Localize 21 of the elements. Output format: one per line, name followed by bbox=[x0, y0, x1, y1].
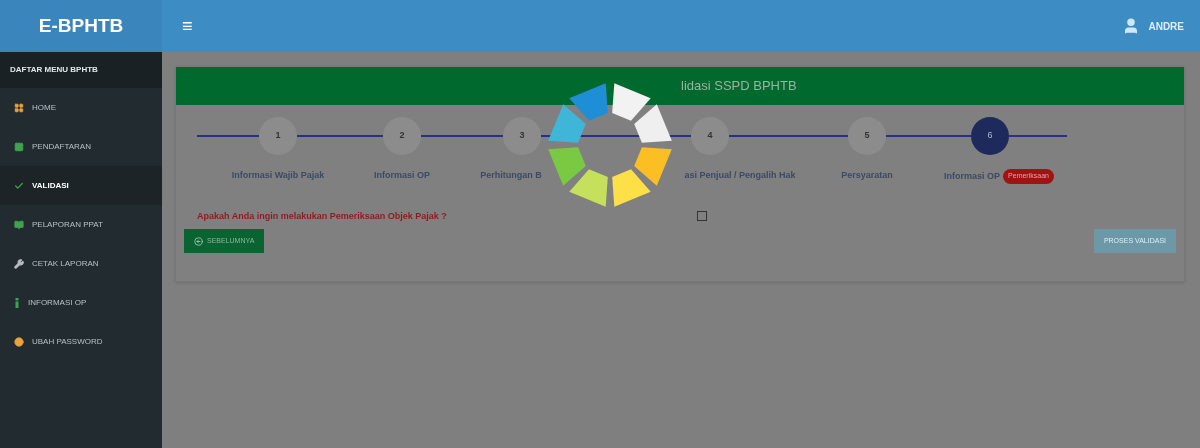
sidebar-heading: DAFTAR MENU BPHTB bbox=[10, 64, 98, 76]
sidebar-item[interactable]: INFORMASI OP bbox=[0, 283, 162, 322]
step-label: asi Penjual / Pengalih Hak bbox=[684, 169, 796, 182]
question-checkbox[interactable] bbox=[697, 211, 707, 222]
step-label: Informasi OP bbox=[944, 169, 1001, 183]
sidebar-item[interactable]: HOME bbox=[0, 88, 162, 127]
step-label: Informasi OP bbox=[374, 169, 430, 182]
sidebar-item[interactable]: PELAPORAN PPAT bbox=[0, 205, 162, 244]
menu-toggle[interactable]: ≡ bbox=[182, 12, 193, 40]
sidebar-item[interactable]: CETAK LAPORAN bbox=[0, 244, 162, 283]
question-text: Apakah Anda ingin melakukan Pemeriksaan Objek Pajak ? bbox=[197, 209, 448, 223]
app-logo[interactable]: E-BPHTB bbox=[0, 0, 162, 52]
step-label: Perhitungan B bbox=[480, 169, 542, 182]
back-icon bbox=[194, 236, 203, 246]
sidebar-item[interactable]: PENDAFTARAN bbox=[0, 127, 162, 166]
sidebar-item[interactable]: UBAH PASSWORD bbox=[0, 322, 162, 361]
user-name[interactable]: ANDRE bbox=[1148, 18, 1184, 34]
sidebar-item[interactable]: VALIDASI bbox=[0, 166, 162, 205]
step-label: Persyaratan bbox=[841, 169, 893, 182]
step-label: Informasi Wajib Pajak bbox=[231, 169, 325, 182]
panel-title: lidasi SSPD BPHTB bbox=[681, 77, 797, 96]
